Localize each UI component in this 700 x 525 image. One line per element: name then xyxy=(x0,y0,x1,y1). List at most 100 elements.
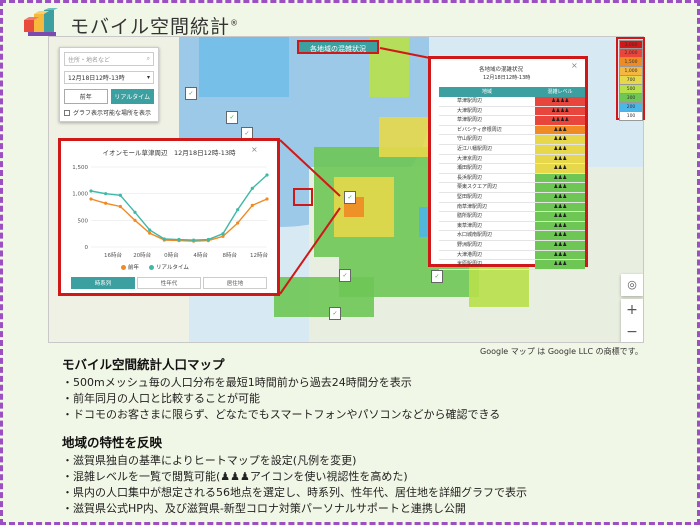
map-pin-icon[interactable]: ✓ xyxy=(431,270,443,283)
tab-age-gender[interactable]: 性年代 xyxy=(137,277,201,289)
data-point xyxy=(236,208,240,212)
table-row[interactable]: 膳所駅周辺 ♟♟♟ xyxy=(439,212,585,222)
area-name: 長浜駅周辺 xyxy=(457,174,483,181)
y-tick-label: 0 xyxy=(85,245,89,251)
table-row[interactable]: ビバシティ彦根周辺 ♟♟♟ xyxy=(439,125,585,136)
table-row[interactable]: 草津駅周辺 ♟♟♟♟ xyxy=(439,116,585,126)
table-row[interactable]: 米原駅周辺 ♟♟♟ xyxy=(439,260,585,270)
y-tick-label: 500 xyxy=(78,218,89,224)
map-pin-icon[interactable]: ✓ xyxy=(339,269,351,282)
search-input[interactable]: 住所・地名など ⌕ xyxy=(64,52,154,66)
show-graph-checkbox[interactable]: グラフ表示可能な場所を表示 xyxy=(64,108,154,117)
y-tick-label: 1,500 xyxy=(72,165,88,171)
table-row[interactable]: 栗東スクエア周辺 ♟♟♟ xyxy=(439,183,585,193)
map-pin-icon[interactable]: ✓ xyxy=(344,191,356,204)
congestion-level-icon: ♟♟♟ xyxy=(535,192,585,202)
tab-timeseries[interactable]: 時系列 xyxy=(71,277,135,289)
congestion-table: 地域 混雑レベル 草津駅周辺 ♟♟♟♟ 大津駅周辺 ♟♟♟♟ 草津駅周辺 ♟♟♟♟ ビバシテ… xyxy=(439,87,585,270)
congestion-level-icon: ♟♟♟ xyxy=(535,240,585,250)
zoom-out-button[interactable]: − xyxy=(621,321,643,342)
data-point xyxy=(162,237,166,241)
data-point xyxy=(236,221,240,225)
x-tick-label: 20時台 xyxy=(133,251,151,259)
x-tick-label: 16時台 xyxy=(104,251,122,259)
section2-item: ・県内の人口集中が想定される56地点を選定し、時系列、性年代、居住地を詳細グラフ… xyxy=(62,486,527,499)
table-row[interactable]: 近江八幡駅周辺 ♟♟♟ xyxy=(439,144,585,155)
col-level: 混雑レベル xyxy=(547,89,573,95)
legend-item: リアルタイム xyxy=(149,263,189,271)
table-row[interactable]: 長浜駅周辺 ♟♟♟ xyxy=(439,173,585,184)
data-point xyxy=(148,231,152,235)
region-status-label[interactable]: 各地域の混雑状況 xyxy=(297,40,379,54)
table-row[interactable]: 南草津駅周辺 ♟♟♟ xyxy=(439,202,585,213)
realtime-button[interactable]: リアルタイム xyxy=(110,89,154,104)
table-row[interactable]: 大津京周辺 ♟♟♟ xyxy=(439,154,585,165)
area-name: 水口城南駅周辺 xyxy=(457,232,493,239)
close-icon[interactable]: × xyxy=(571,61,578,70)
congestion-level-icon: ♟♟♟♟ xyxy=(535,97,585,106)
highlight-box xyxy=(293,188,313,206)
congestion-level-icon: ♟♟♟ xyxy=(535,202,585,212)
chart-title: イオンモール草津周辺 12月18日12時-13時 xyxy=(102,149,236,157)
scale-step: 300 xyxy=(619,94,643,103)
area-name: 米原駅周辺 xyxy=(457,261,483,268)
time-select[interactable]: 12月18日12時-13時 ▾ xyxy=(64,71,154,84)
data-point xyxy=(118,193,122,197)
area-name: 野洲駅周辺 xyxy=(457,241,483,248)
series-line xyxy=(90,174,268,241)
table-row[interactable]: 堅田駅周辺 ♟♟♟ xyxy=(439,192,585,203)
table-row[interactable]: 瀬田駅周辺 ♟♟♟ xyxy=(439,164,585,174)
area-name: 東草津周辺 xyxy=(457,222,483,229)
table-row[interactable]: 大津駅周辺 ♟♟♟♟ xyxy=(439,106,585,117)
search-icon[interactable]: ⌕ xyxy=(147,55,150,63)
section2-item: ・滋賀県公式HP内、及び滋賀県-新型コロナ対策パーソナルサポートと連携し公開 xyxy=(62,502,466,515)
scale-step: 700 xyxy=(619,76,643,85)
congestion-level-icon: ♟♟♟ xyxy=(535,125,585,135)
table-row[interactable]: 水口城南駅周辺 ♟♟♟ xyxy=(439,231,585,241)
map-pin-icon[interactable]: ✓ xyxy=(329,307,341,320)
section1-item: ・前年同月の人口と比較することが可能 xyxy=(62,392,260,405)
table-row[interactable]: 東草津周辺 ♟♟♟ xyxy=(439,221,585,232)
area-name: ビバシティ彦根周辺 xyxy=(457,126,502,133)
table-row[interactable]: 草津駅周辺 ♟♟♟♟ xyxy=(439,97,585,107)
zoom-in-button[interactable]: + xyxy=(621,299,643,321)
area-name: 守山駅周辺 xyxy=(457,136,483,143)
scale-step: 2,000 xyxy=(619,49,643,58)
locate-icon[interactable]: ◎ xyxy=(621,274,643,296)
scale-step: 500 xyxy=(619,85,643,94)
area-name: 瀬田駅周辺 xyxy=(457,165,483,172)
zoom-control: + − xyxy=(621,299,643,342)
area-name: 堅田駅周辺 xyxy=(457,193,483,200)
congestion-level-icon: ♟♟♟ xyxy=(535,183,585,192)
area-name: 栗東スクエア周辺 xyxy=(457,184,498,191)
chevron-down-icon: ▾ xyxy=(146,74,150,81)
table-row[interactable]: 守山駅周辺 ♟♟♟ xyxy=(439,135,585,145)
data-point xyxy=(265,197,269,201)
data-point xyxy=(265,173,269,177)
last-year-button[interactable]: 前年 xyxy=(64,89,108,104)
close-icon[interactable]: × xyxy=(251,145,258,154)
map-pin-icon[interactable]: ✓ xyxy=(226,111,238,124)
tab-residence[interactable]: 居住地 xyxy=(203,277,267,289)
map-credit: Google マップ は Google LLC の商標です。 xyxy=(480,347,643,356)
congestion-level-icon: ♟♟♟♟ xyxy=(535,106,585,116)
data-point xyxy=(177,237,181,242)
map-pin-icon[interactable]: ✓ xyxy=(185,87,197,100)
y-tick-label: 1,000 xyxy=(72,192,88,198)
scale-step: 3,000 xyxy=(619,40,643,49)
table-row[interactable]: 野洲駅周辺 ♟♟♟ xyxy=(439,240,585,251)
area-name: 近江八幡駅周辺 xyxy=(457,145,493,152)
data-point xyxy=(104,201,108,205)
line-chart: 1,500 1,000 500 0 16時台 20時台 0時台 4時台 8時台 12時台 xyxy=(72,165,269,259)
area-name: 南草津駅周辺 xyxy=(457,203,488,210)
scale-step: 100 xyxy=(619,112,643,121)
x-tick-label: 0時台 xyxy=(164,251,179,259)
congestion-level-icon: ♟♟♟ xyxy=(535,164,585,173)
table-row[interactable]: 大津港周辺 ♟♟♟ xyxy=(439,250,585,261)
x-tick-label: 12時台 xyxy=(250,251,268,259)
congestion-level-icon: ♟♟♟ xyxy=(535,231,585,240)
data-point xyxy=(89,189,93,193)
section2-item: ・滋賀県独自の基準によりヒートマップを設定(凡例を変更) xyxy=(62,454,357,467)
chart-legend: 前年 リアルタイム xyxy=(121,263,189,271)
congestion-level-icon: ♟♟♟ xyxy=(535,212,585,221)
